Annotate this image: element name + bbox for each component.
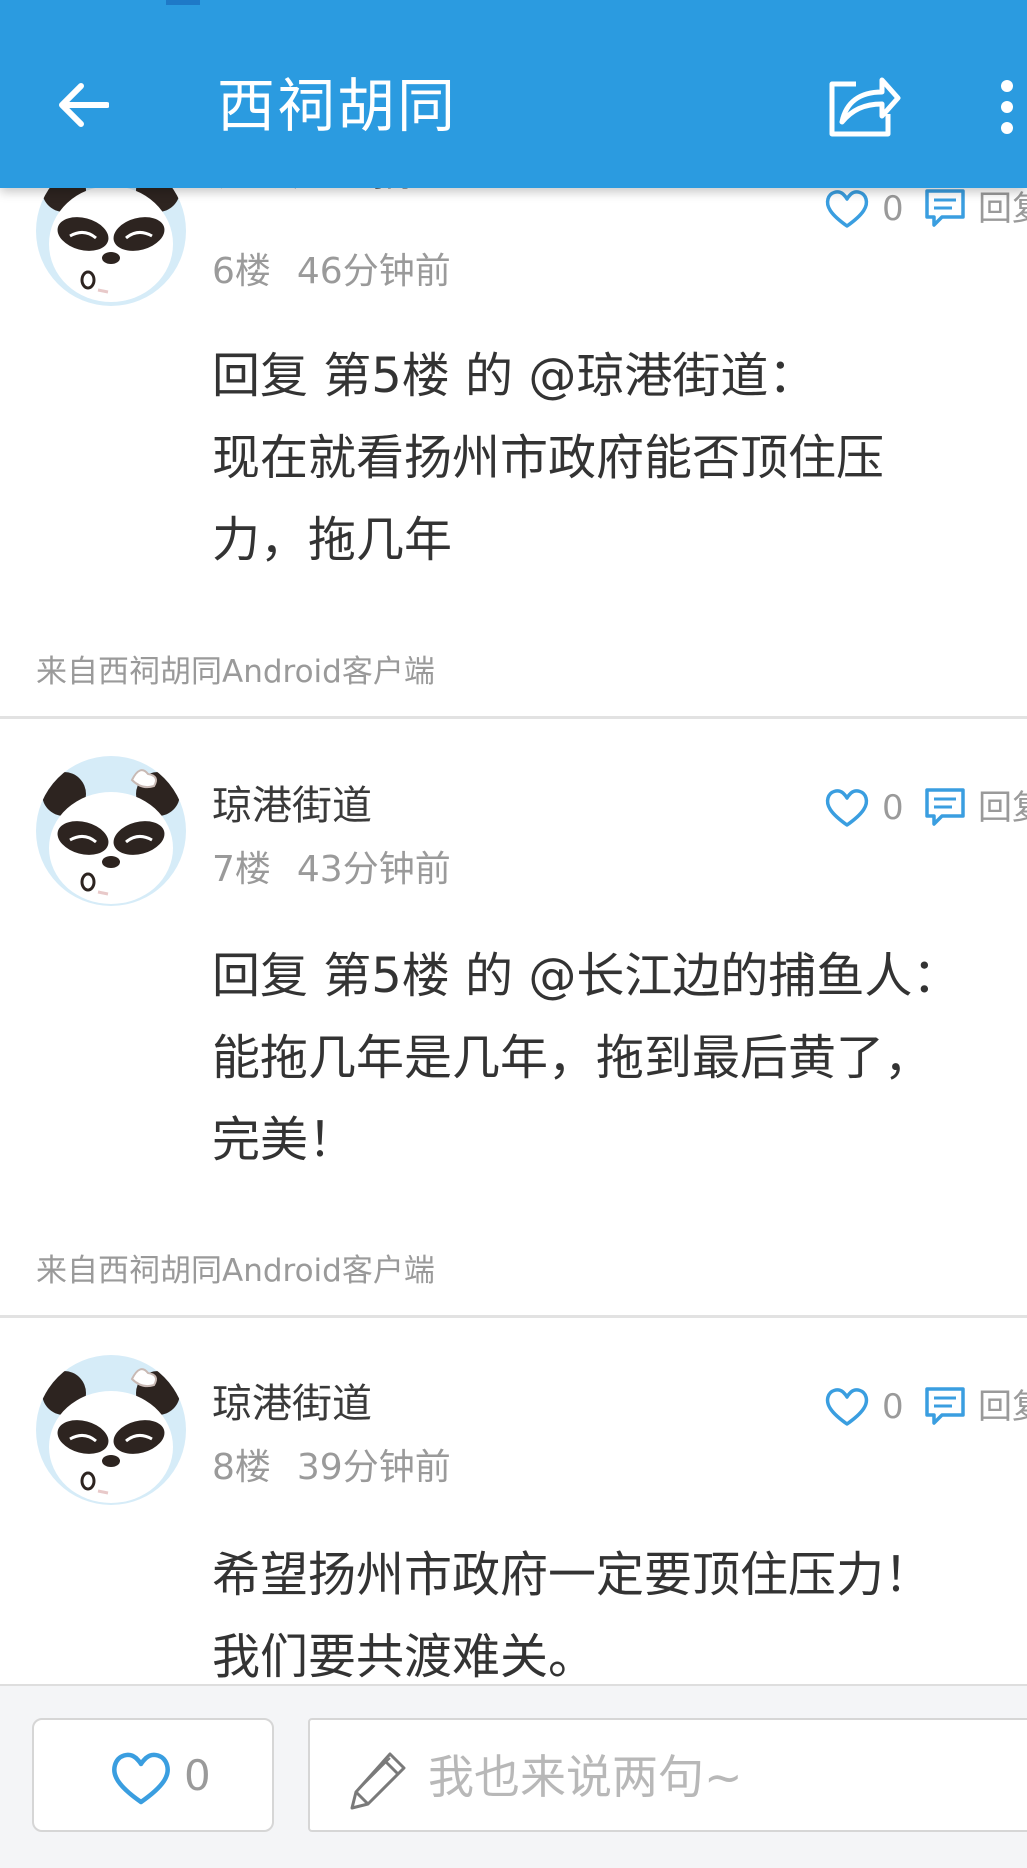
- like-count: 0: [882, 788, 904, 828]
- comment-actions: 0 回复: [824, 184, 1027, 234]
- like-count: 0: [882, 1387, 904, 1427]
- comment-placeholder: 我也来说两句~: [428, 1750, 743, 1804]
- floor-number: 7楼: [212, 849, 271, 890]
- avatar[interactable]: [36, 1355, 186, 1505]
- comment-input[interactable]: 我也来说两句~: [308, 1718, 1027, 1832]
- more-options-button[interactable]: [992, 72, 1022, 142]
- client-source: 来自西祠胡同Android客户端: [36, 1253, 435, 1289]
- heart-outline-icon[interactable]: [824, 787, 870, 829]
- like-post-button[interactable]: 0: [32, 1718, 274, 1832]
- post-time: 46分钟前: [296, 251, 451, 292]
- page-title: 西祠胡同: [217, 72, 458, 140]
- arrow-left-icon: [59, 83, 109, 127]
- post-time: 39分钟前: [296, 1447, 451, 1488]
- reply-label[interactable]: 回复: [978, 184, 1027, 234]
- share-button[interactable]: [826, 70, 902, 140]
- floor-number: 8楼: [212, 1447, 271, 1488]
- more-vertical-icon: [1001, 80, 1013, 134]
- heart-outline-icon: [112, 1752, 170, 1805]
- share-icon: [829, 77, 901, 137]
- app-bar: 西祠胡同: [0, 0, 1027, 188]
- pencil-icon: [350, 1752, 406, 1810]
- divider: [0, 716, 1027, 719]
- reply-label[interactable]: 回复: [978, 1382, 1027, 1432]
- status-indicator: [166, 0, 200, 5]
- heart-outline-icon[interactable]: [824, 1386, 870, 1428]
- post-time: 43分钟前: [296, 849, 451, 890]
- client-source: 来自西祠胡同Android客户端: [36, 654, 435, 690]
- avatar[interactable]: [36, 756, 186, 906]
- reply-label[interactable]: 回复: [978, 783, 1027, 833]
- floor-number: 6楼: [212, 251, 271, 292]
- panda-avatar-icon: [36, 756, 186, 906]
- username[interactable]: 琼港街道: [212, 782, 372, 830]
- heart-outline-icon[interactable]: [824, 188, 870, 230]
- comment-actions: 0 回复: [824, 783, 1027, 833]
- post-meta: 7楼 43分钟前: [212, 848, 451, 892]
- reply-comment-icon[interactable]: [924, 787, 966, 827]
- post-like-count: 0: [184, 1751, 211, 1800]
- back-button[interactable]: [50, 72, 116, 138]
- reply-comment-icon[interactable]: [924, 1386, 966, 1426]
- divider: [0, 1315, 1027, 1318]
- comment-body: 回复 第5楼 的 @长江边的捕鱼人： 能拖几年是几年，拖到最后黄了， 完美！: [212, 948, 961, 1168]
- comment-body: 希望扬州市政府一定要顶住压力！ 我们要共渡难关。: [212, 1547, 933, 1684]
- bottom-action-bar: 0 我也来说两句~: [0, 1684, 1027, 1868]
- username[interactable]: 琼港街道: [212, 1380, 372, 1428]
- like-count: 0: [882, 189, 904, 229]
- comment-body: 回复 第5楼 的 @琼港街道： 现在就看扬州市政府能否顶住压 力，拖几年: [212, 348, 885, 568]
- reply-comment-icon[interactable]: [924, 188, 966, 228]
- panda-avatar-icon: [36, 1355, 186, 1505]
- comment-actions: 0 回复: [824, 1382, 1027, 1432]
- post-meta: 6楼 46分钟前: [212, 250, 451, 294]
- comment-feed[interactable]: 长江边的捕鱼人 6楼46分钟前 0 回复 回复 第5楼 的 @琼港街道： 现在就…: [0, 0, 1027, 1684]
- post-meta: 8楼 39分钟前: [212, 1446, 451, 1490]
- app-root: 长江边的捕鱼人 6楼46分钟前 0 回复 回复 第5楼 的 @琼港街道： 现在就…: [0, 0, 1027, 1868]
